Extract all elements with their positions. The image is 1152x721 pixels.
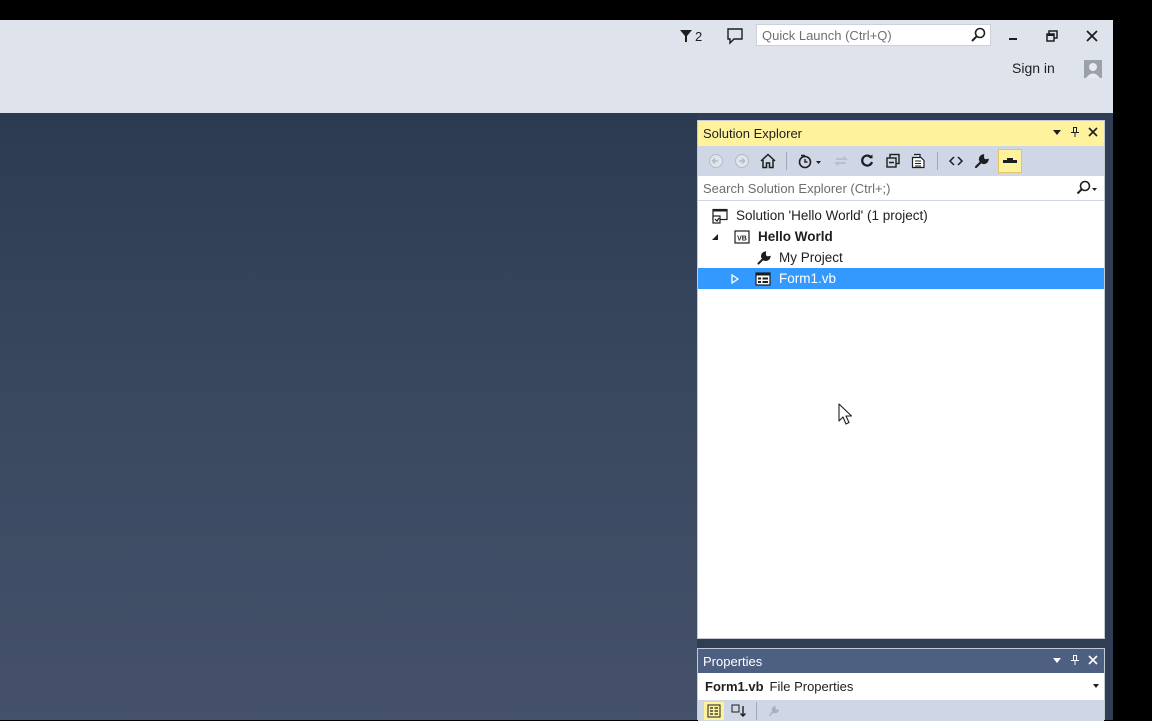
show-all-files-icon — [911, 153, 925, 169]
restore-icon — [1046, 30, 1058, 42]
view-code-button[interactable] — [946, 151, 966, 171]
sign-in-link[interactable]: Sign in — [1012, 60, 1055, 76]
properties-toolbar — [698, 700, 1104, 721]
filter-flag-icon — [680, 30, 692, 42]
solution-explorer-search-input[interactable] — [698, 179, 1065, 197]
back-icon — [709, 154, 723, 168]
sync-with-active-document-button[interactable] — [831, 151, 851, 171]
solution-explorer-title: Solution Explorer — [703, 126, 802, 141]
home-button[interactable] — [758, 151, 778, 171]
search-icon[interactable] — [970, 27, 986, 43]
close-icon — [1086, 30, 1098, 42]
tree-item-form1[interactable]: Form1.vb — [698, 268, 1104, 289]
screen-right-border — [1113, 20, 1152, 720]
tree-item-solution[interactable]: Solution 'Hello World' (1 project) — [698, 205, 1104, 226]
solution-explorer-header[interactable]: Solution Explorer — [698, 121, 1104, 146]
show-all-files-button[interactable] — [909, 151, 929, 171]
pin-icon[interactable] — [1070, 654, 1080, 666]
close-button[interactable] — [1080, 26, 1104, 46]
vb-project-icon: VB — [734, 229, 750, 244]
tree-item-my-project[interactable]: My Project — [698, 247, 1104, 268]
screen-top-border — [0, 0, 1152, 20]
search-options-icon[interactable] — [1076, 180, 1098, 196]
mouse-cursor-icon — [838, 403, 853, 425]
toolbar-separator — [786, 152, 787, 170]
wrench-icon — [757, 250, 771, 264]
properties-object-name: Form1.vb — [705, 679, 764, 694]
properties-header[interactable]: Properties — [698, 649, 1104, 673]
preview-selected-items-button[interactable] — [998, 149, 1022, 173]
collapse-all-icon — [886, 153, 900, 168]
properties-panel: Properties Form1.vb File Properties — [697, 648, 1105, 721]
clock-filter-icon — [798, 154, 821, 169]
project-label: Hello World — [758, 229, 833, 244]
sync-icon — [834, 155, 848, 167]
chevron-down-icon[interactable] — [1092, 683, 1100, 689]
solution-explorer-toolbar — [698, 146, 1104, 176]
back-button[interactable] — [706, 151, 726, 171]
expand-arrow-icon[interactable] — [730, 273, 740, 284]
alphabetical-button[interactable] — [729, 702, 749, 720]
categorized-button[interactable] — [704, 701, 724, 720]
quick-launch-box[interactable] — [756, 24, 991, 46]
properties-object-selector[interactable]: Form1.vb File Properties — [698, 673, 1104, 700]
solution-explorer-panel: Solution Explorer Search Solution Explor… — [697, 120, 1105, 639]
restore-button[interactable] — [1040, 26, 1064, 46]
close-icon[interactable] — [1088, 655, 1098, 665]
wrench-icon — [769, 705, 780, 716]
solution-tree: Solution 'Hello World' (1 project) VB He… — [698, 201, 1104, 289]
refresh-button[interactable] — [857, 151, 877, 171]
feedback-icon[interactable] — [726, 27, 744, 45]
editor-area — [0, 113, 697, 720]
tree-item-project[interactable]: VB Hello World — [698, 226, 1104, 247]
sort-alpha-icon — [731, 704, 746, 717]
solution-icon — [712, 208, 728, 224]
form1-label: Form1.vb — [779, 271, 837, 286]
toolbar-separator — [756, 701, 757, 720]
property-pages-button[interactable] — [764, 702, 784, 720]
wrench-icon — [974, 154, 989, 169]
collapse-all-button[interactable] — [883, 151, 903, 171]
toolbar-separator — [937, 152, 938, 170]
categorized-icon — [707, 704, 721, 717]
pending-changes-filter-button[interactable] — [795, 151, 825, 171]
title-bar: 2 Sign in — [0, 20, 1113, 113]
forward-button[interactable] — [732, 151, 752, 171]
properties-object-type: File Properties — [769, 679, 854, 694]
minimize-button[interactable] — [1001, 26, 1025, 46]
my-project-label: My Project — [779, 250, 843, 265]
preview-icon — [1003, 158, 1017, 163]
dropdown-arrow-icon[interactable] — [1052, 127, 1062, 137]
pin-icon[interactable] — [1070, 126, 1080, 138]
refresh-icon — [861, 154, 874, 167]
forward-icon — [735, 154, 749, 168]
form-file-icon — [755, 271, 771, 286]
quick-launch-input[interactable] — [757, 27, 962, 43]
code-icon — [948, 156, 964, 166]
collapse-arrow-icon[interactable] — [710, 232, 720, 242]
account-icon[interactable] — [1083, 59, 1103, 79]
solution-label: Solution 'Hello World' (1 project) — [736, 208, 928, 223]
properties-title: Properties — [703, 653, 763, 669]
notifications-button[interactable]: 2 — [680, 28, 702, 44]
minimize-icon — [1009, 38, 1017, 40]
close-icon[interactable] — [1088, 127, 1098, 137]
dropdown-arrow-icon[interactable] — [1052, 655, 1062, 665]
solution-explorer-search[interactable] — [698, 176, 1104, 201]
vb-badge-text: VB — [737, 235, 747, 242]
notification-count: 2 — [695, 28, 703, 44]
home-icon — [760, 153, 776, 169]
properties-button[interactable] — [972, 151, 992, 171]
